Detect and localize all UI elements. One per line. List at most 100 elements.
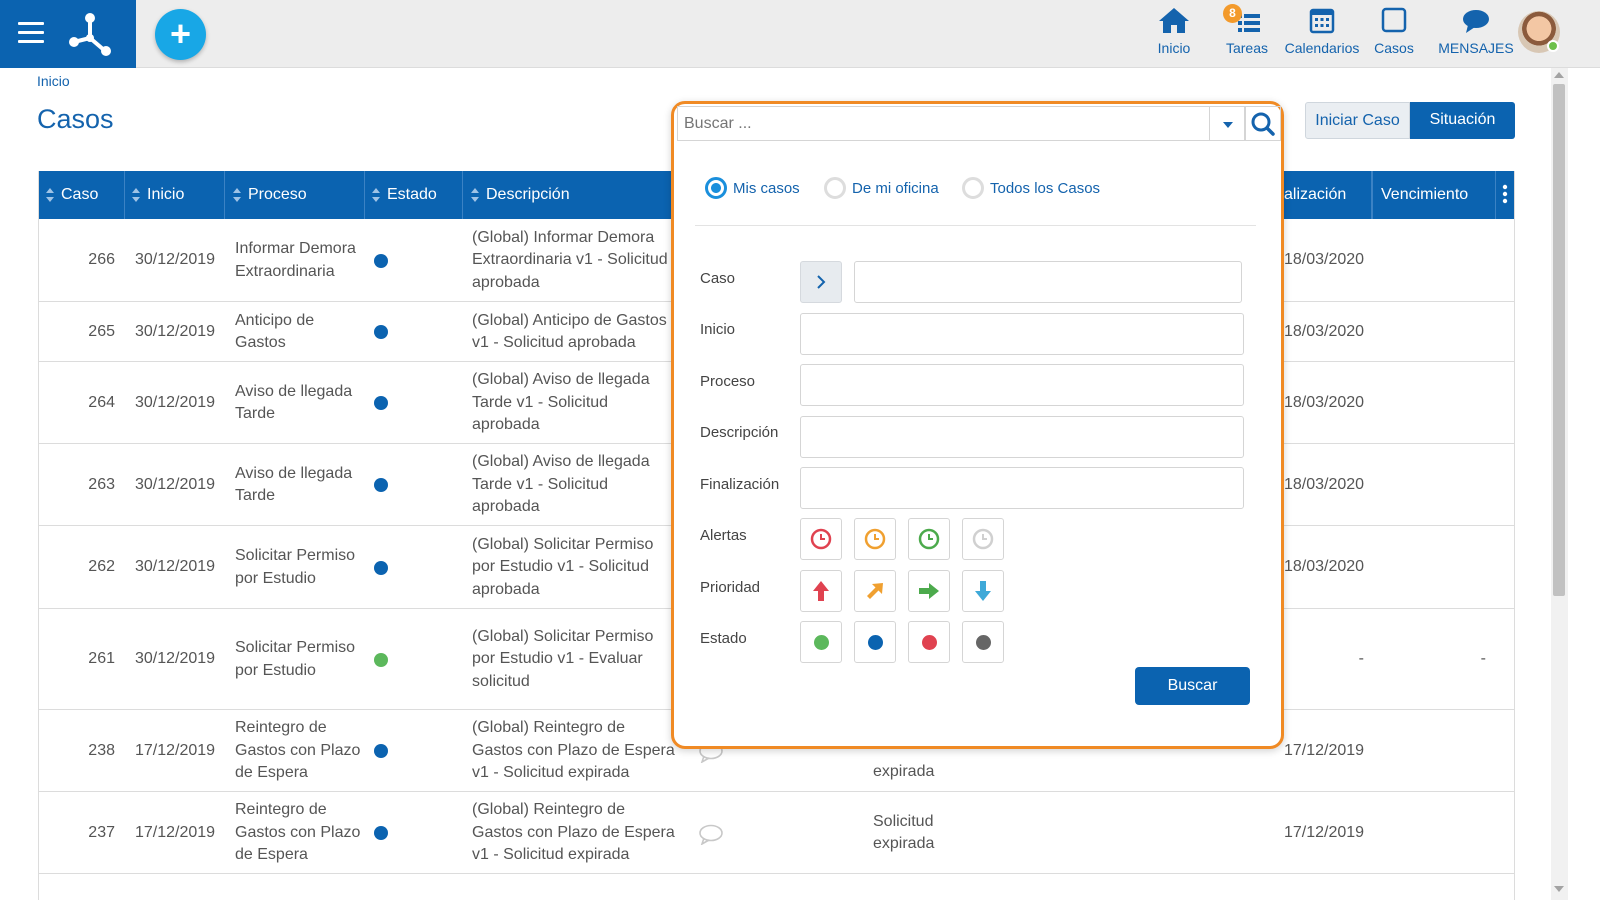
caso-field[interactable] <box>854 261 1242 303</box>
search-dropdown-button[interactable] <box>1209 106 1245 141</box>
finalizacion-field[interactable] <box>800 467 1244 509</box>
sort-icon <box>371 187 381 203</box>
add-button[interactable]: + <box>155 9 206 60</box>
estado-green-button[interactable] <box>800 621 842 663</box>
nav-calendarios[interactable]: Calendarios <box>1284 6 1360 64</box>
chevron-down-icon <box>1223 122 1233 128</box>
cell-estado <box>374 609 404 710</box>
cell-proceso: Solicitar Permiso por Estudio <box>235 547 356 587</box>
cell-inicio: 30/12/2019 <box>135 251 216 269</box>
cell-vencimiento <box>1379 526 1486 609</box>
col-header-vencimiento[interactable]: Vencimiento <box>1372 171 1496 219</box>
cell-vencimiento <box>1379 362 1486 444</box>
priority-medium-button[interactable] <box>854 570 896 612</box>
cell-descripcion: (Global) Solicitar Permiso por Estudio v… <box>472 627 654 690</box>
column-options-icon[interactable] <box>1496 171 1514 219</box>
clock-orange-icon <box>864 528 886 550</box>
arrow-up-icon <box>813 581 829 601</box>
scrollbar-thumb[interactable] <box>1553 84 1565 596</box>
label-estado: Estado <box>700 630 747 647</box>
cell-descripcion: (Global) Reintegro de Gastos con Plazo d… <box>472 719 675 782</box>
cell-descripcion: (Global) Solicitar Permiso por Estudio v… <box>472 535 654 598</box>
priority-high-button[interactable] <box>800 570 842 612</box>
col-header-finalizacion[interactable]: alización <box>1284 171 1372 219</box>
cell-inicio: 30/12/2019 <box>135 558 216 576</box>
nav-mensajes[interactable]: MENSAJES <box>1438 6 1514 64</box>
descripcion-field[interactable] <box>800 416 1244 458</box>
cell-caso: 266 <box>88 251 115 269</box>
sort-icon <box>45 187 55 203</box>
nav-tareas-label: Tareas <box>1225 40 1269 56</box>
label-descripcion: Descripción <box>700 424 779 441</box>
alert-gray-button[interactable] <box>962 518 1004 560</box>
col-header-inicio[interactable]: Inicio <box>125 171 225 219</box>
cell-estado <box>374 302 404 362</box>
nav-casos[interactable]: Casos <box>1372 6 1416 64</box>
table-row[interactable]: 237 17/12/2019 Reintegro de Gastos con Pla… <box>39 792 1514 874</box>
estado-blue-button[interactable] <box>854 621 896 663</box>
cell-inicio: 30/12/2019 <box>135 475 216 493</box>
alert-orange-button[interactable] <box>854 518 896 560</box>
status-dot-icon <box>374 396 388 410</box>
col-header-proceso[interactable]: Proceso <box>225 171 365 219</box>
search-panel: Mis casos De mi oficina Todos los Casos … <box>671 101 1284 749</box>
status-dot-icon <box>374 253 388 268</box>
estado-gray-button[interactable] <box>962 621 1004 663</box>
cell-finalizacion: 18/03/2020 <box>1284 251 1365 269</box>
scope-todos-los-casos[interactable]: Todos los Casos <box>962 177 1100 199</box>
cell-inicio: 17/12/2019 <box>135 741 216 759</box>
iniciar-caso-button[interactable]: Iniciar Caso <box>1305 102 1410 139</box>
cell-finalizacion: 18/03/2020 <box>1284 558 1365 576</box>
label-alertas: Alertas <box>700 527 747 544</box>
cell-proceso: Aviso de llegada Tarde <box>235 464 353 505</box>
search-input[interactable] <box>677 106 1209 141</box>
priority-low-button[interactable] <box>962 570 1004 612</box>
arrow-right-icon <box>919 583 939 599</box>
nav-inicio[interactable]: Inicio <box>1150 6 1198 64</box>
alert-red-button[interactable] <box>800 518 842 560</box>
cell-estado <box>374 526 404 609</box>
status-gray-icon <box>975 634 991 650</box>
breadcrumb[interactable]: Inicio <box>37 73 70 89</box>
col-header-caso[interactable]: Caso <box>39 171 125 219</box>
comment-icon[interactable] <box>697 823 725 845</box>
cell-proceso: Solicitar Permiso por Estudio <box>235 639 356 679</box>
status-dot-icon <box>374 652 388 667</box>
hamburger-menu-icon[interactable] <box>18 22 44 44</box>
scope-de-mi-oficina[interactable]: De mi oficina <box>824 177 939 199</box>
sort-icon <box>131 187 141 203</box>
cell-caso: 265 <box>88 322 115 340</box>
cell-descripcion: (Global) Informar Demora Extraordinaria … <box>472 228 668 291</box>
cell-caso: 261 <box>88 650 115 668</box>
col-header-estado[interactable]: Estado <box>365 171 463 219</box>
inicio-field[interactable] <box>800 313 1244 355</box>
scope-mis-casos[interactable]: Mis casos <box>705 177 800 199</box>
clock-red-icon <box>810 528 832 550</box>
app-logo-icon[interactable] <box>66 12 114 56</box>
scroll-up-icon[interactable] <box>1554 72 1564 78</box>
home-icon <box>1159 8 1189 33</box>
caso-operator-button[interactable] <box>800 261 842 303</box>
estado-red-button[interactable] <box>908 621 950 663</box>
cell-vencimiento <box>1379 710 1486 792</box>
status-dot-icon <box>374 560 388 575</box>
radio-selected-icon <box>705 177 727 199</box>
proceso-field[interactable] <box>800 364 1244 406</box>
cell-descripcion: (Global) Reintegro de Gastos con Plazo d… <box>472 801 675 864</box>
search-button[interactable] <box>1245 106 1281 141</box>
cell-caso: 237 <box>88 823 115 841</box>
cell-finalizacion: 18/03/2020 <box>1284 322 1365 340</box>
cell-situacion: Solicitud expirada <box>873 812 935 853</box>
alert-green-button[interactable] <box>908 518 950 560</box>
col-header-descripcion[interactable]: Descripción <box>463 171 673 219</box>
priority-normal-button[interactable] <box>908 570 950 612</box>
cell-finalizacion: 18/03/2020 <box>1284 475 1365 493</box>
buscar-button[interactable]: Buscar <box>1135 667 1250 705</box>
messages-icon <box>1463 10 1489 33</box>
cell-caso: 263 <box>88 475 115 493</box>
scroll-down-icon[interactable] <box>1554 886 1564 892</box>
cell-caso: 238 <box>88 741 115 759</box>
situacion-button[interactable]: Situación <box>1410 102 1515 139</box>
cell-proceso: Reintegro de Gastos con Plazo de Espera <box>235 719 361 782</box>
status-dot-icon <box>374 325 388 339</box>
